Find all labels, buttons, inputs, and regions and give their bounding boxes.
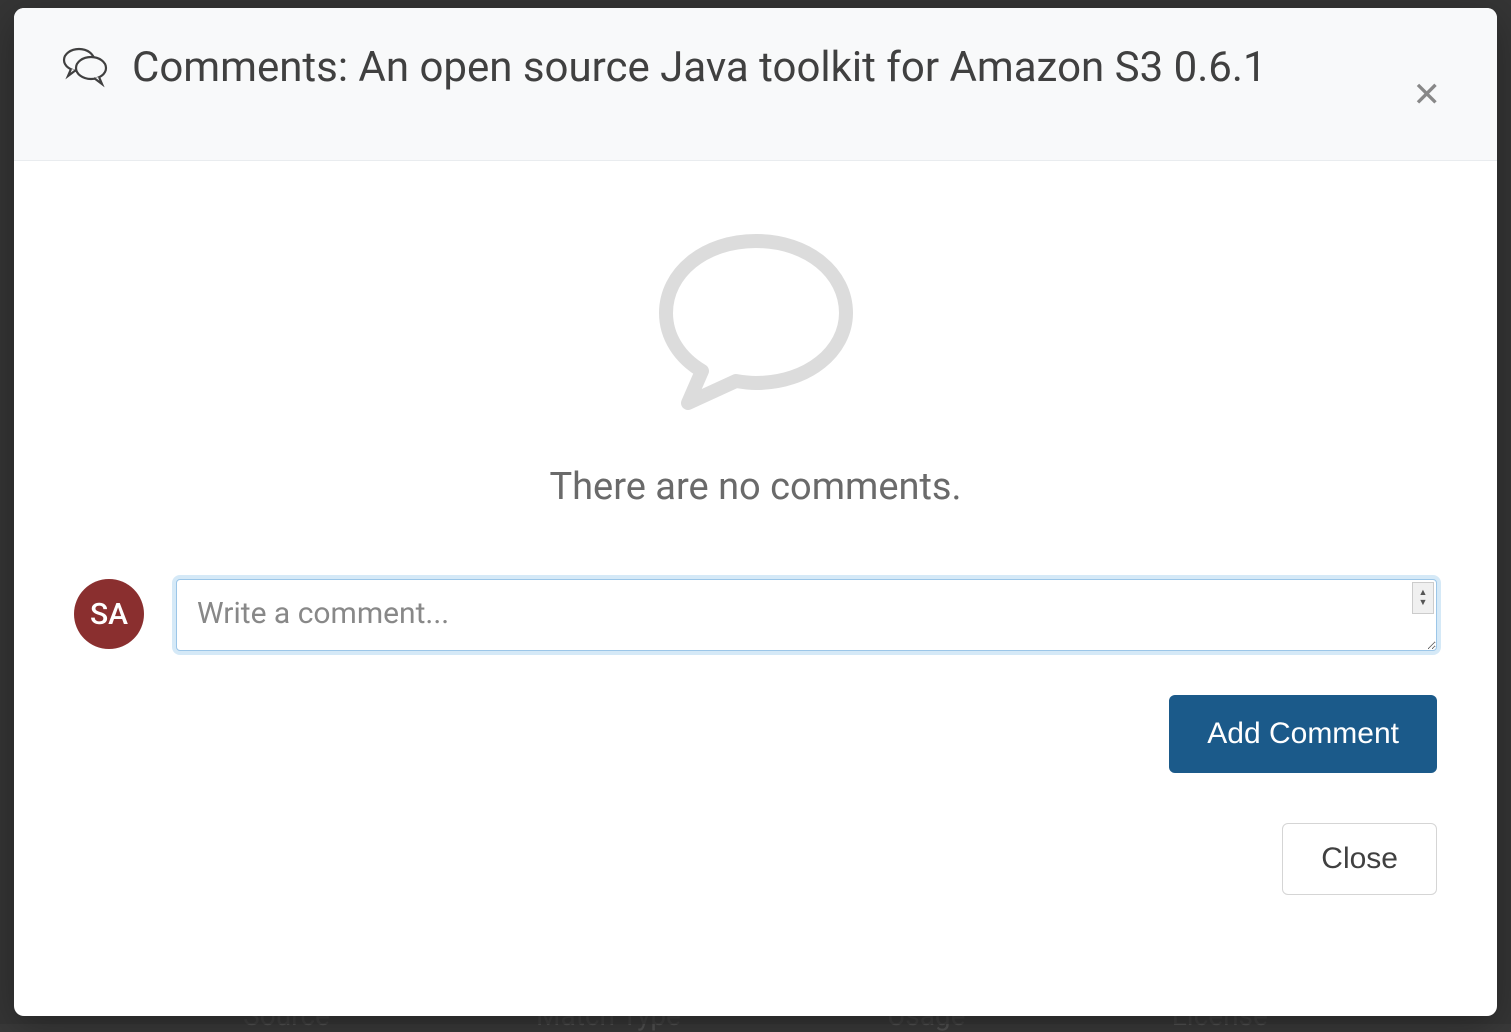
comments-modal: Comments: An open source Java toolkit fo… bbox=[14, 8, 1497, 1016]
comment-input-row: SA bbox=[74, 579, 1437, 655]
user-avatar: SA bbox=[74, 579, 144, 649]
close-button[interactable]: Close bbox=[1282, 823, 1437, 895]
modal-body: There are no comments. SA Add Comment Cl… bbox=[14, 161, 1497, 1016]
modal-title: Comments: An open source Java toolkit fo… bbox=[132, 40, 1267, 97]
modal-footer: Close bbox=[74, 823, 1437, 895]
textarea-spinner[interactable] bbox=[1412, 582, 1434, 614]
comment-textarea-wrap bbox=[176, 579, 1437, 655]
modal-title-wrap: Comments: An open source Java toolkit fo… bbox=[62, 40, 1405, 97]
add-comment-button[interactable]: Add Comment bbox=[1169, 695, 1437, 773]
speech-bubble-icon bbox=[646, 221, 866, 425]
comments-icon bbox=[62, 46, 108, 92]
close-icon[interactable]: ✕ bbox=[1405, 70, 1450, 120]
empty-state: There are no comments. bbox=[74, 221, 1437, 509]
modal-header: Comments: An open source Java toolkit fo… bbox=[14, 8, 1497, 161]
empty-state-text: There are no comments. bbox=[549, 465, 961, 509]
action-row: Add Comment bbox=[74, 695, 1437, 773]
comment-input[interactable] bbox=[176, 579, 1437, 651]
